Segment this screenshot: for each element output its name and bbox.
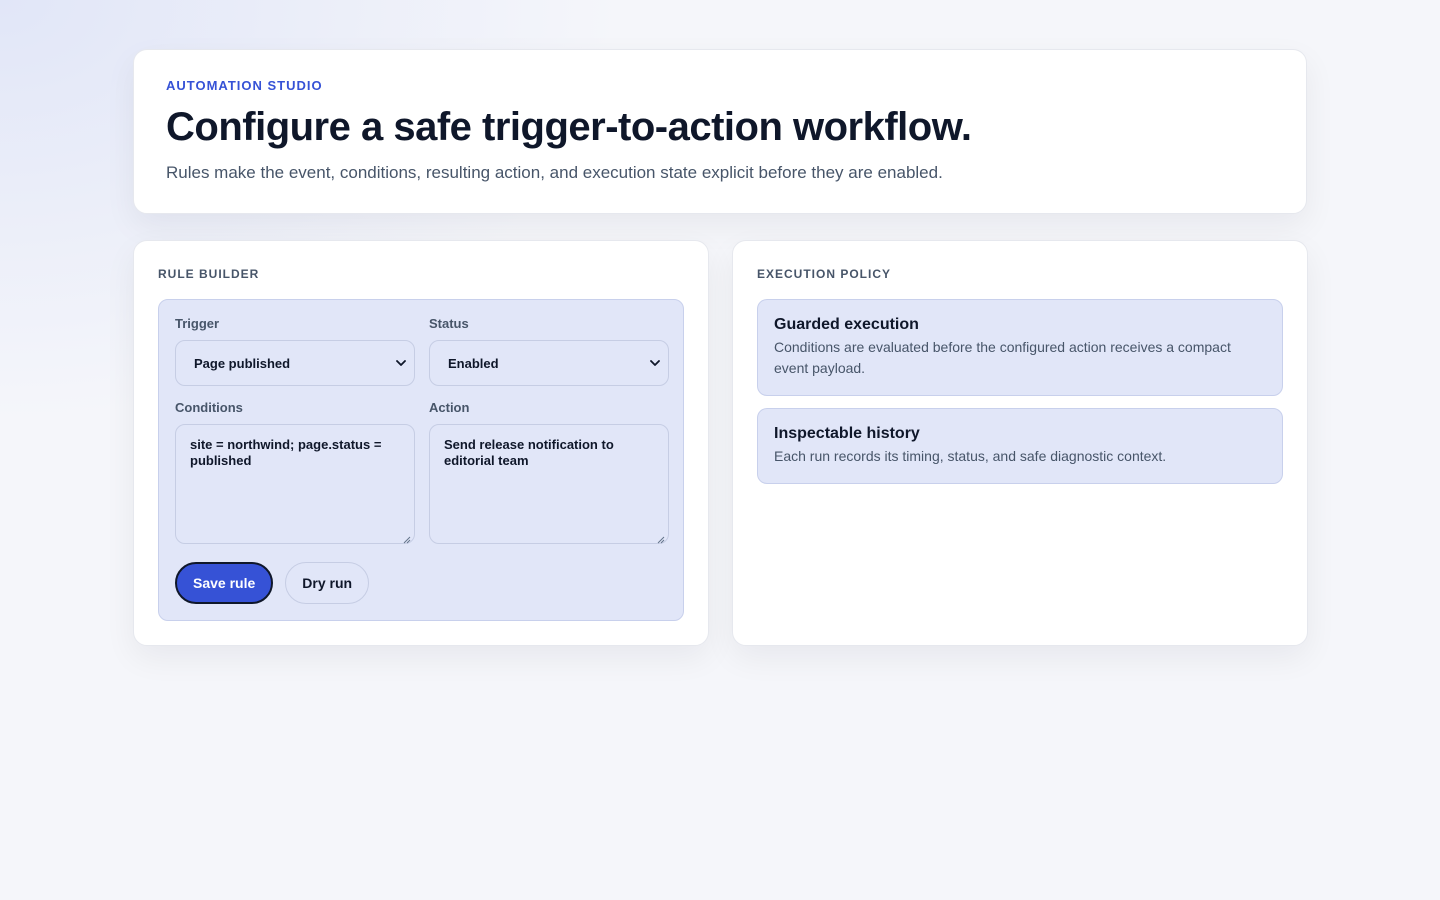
trigger-label: Trigger <box>175 316 220 331</box>
eyebrow-label: AUTOMATION STUDIO <box>166 78 323 93</box>
policy-card-title: Guarded execution <box>774 316 919 333</box>
resize-grip-icon[interactable] <box>403 532 411 544</box>
dry-run-button[interactable]: Dry run <box>285 562 370 604</box>
action-textarea[interactable]: Send release notification to editorial t… <box>429 424 669 544</box>
rule-builder-heading: RULE BUILDER <box>158 267 260 281</box>
trigger-select-value: Page published <box>194 355 291 371</box>
hero-card: AUTOMATION STUDIO Configure a safe trigg… <box>133 49 1307 214</box>
rule-builder-form: Trigger Page published Status Enabled Co… <box>158 299 684 621</box>
status-select-value: Enabled <box>448 355 499 371</box>
chevron-down-icon <box>396 358 406 368</box>
trigger-field: Trigger Page published <box>175 316 415 386</box>
resize-grip-icon[interactable] <box>657 532 665 544</box>
action-value: Send release notification to editorial t… <box>444 437 614 468</box>
policy-card-guarded-execution: Guarded execution Conditions are evaluat… <box>757 299 1283 396</box>
status-select[interactable]: Enabled <box>429 340 669 386</box>
execution-policy-heading: EXECUTION POLICY <box>757 267 892 281</box>
trigger-select[interactable]: Page published <box>175 340 415 386</box>
policy-card-inspectable-history: Inspectable history Each run records its… <box>757 408 1283 484</box>
action-label: Action <box>429 400 470 415</box>
conditions-field: Conditions site = northwind; page.status… <box>175 400 415 544</box>
conditions-label: Conditions <box>175 400 243 415</box>
action-field: Action Send release notification to edit… <box>429 400 669 544</box>
page-subtitle: Rules make the event, conditions, result… <box>166 163 943 182</box>
status-label: Status <box>429 316 469 331</box>
execution-policy-panel: EXECUTION POLICY Guarded execution Condi… <box>732 240 1308 646</box>
rule-builder-panel: RULE BUILDER Trigger Page published Stat… <box>133 240 709 646</box>
save-rule-button[interactable]: Save rule <box>175 562 274 604</box>
form-actions: Save rule Dry run <box>175 562 667 604</box>
chevron-down-icon <box>650 358 660 368</box>
policy-card-text: Conditions are evaluated before the conf… <box>774 339 1231 376</box>
conditions-textarea[interactable]: site = northwind; page.status = publishe… <box>175 424 415 544</box>
policy-card-title: Inspectable history <box>774 425 920 442</box>
conditions-value: site = northwind; page.status = publishe… <box>190 437 382 468</box>
page-title: Configure a safe trigger-to-action workf… <box>166 105 972 149</box>
policy-card-text: Each run records its timing, status, and… <box>774 448 1167 464</box>
status-field: Status Enabled <box>429 316 669 386</box>
